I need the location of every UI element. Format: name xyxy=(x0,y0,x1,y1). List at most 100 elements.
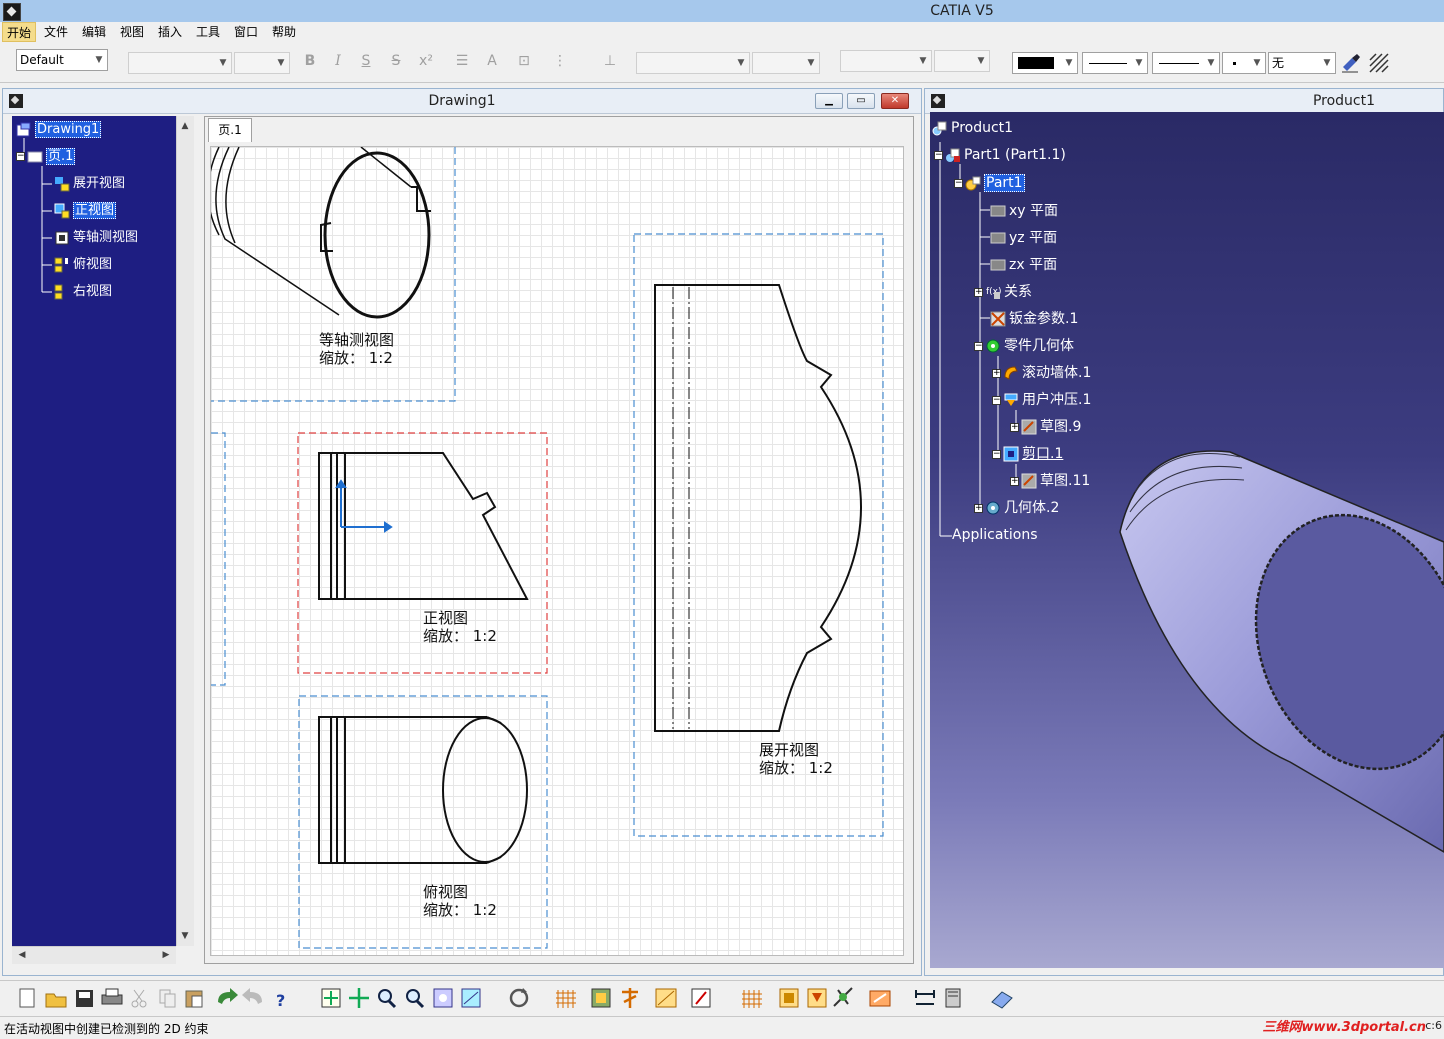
expand-icon[interactable]: + xyxy=(1010,422,1019,432)
text-frame-icon[interactable]: A xyxy=(482,51,502,71)
tree-node-part-instance[interactable]: − Part1 (Part1.1) xyxy=(934,144,1066,166)
style-combo-value: Default xyxy=(20,53,64,67)
iso-view-geometry xyxy=(211,147,431,319)
tree-node-geo-set[interactable]: + 几何体.2 xyxy=(974,497,1059,519)
status-bar: 在活动视图中创建已检测到的 2D 约束 xyxy=(0,1016,1444,1039)
strikethrough-icon[interactable]: S xyxy=(386,51,406,71)
tree-node-front-view[interactable]: 正视图 xyxy=(54,201,117,221)
scroll-up-icon[interactable]: ▲ xyxy=(177,118,193,134)
tree-node-drawing[interactable]: Drawing1 xyxy=(16,120,102,140)
framed-text-icon[interactable]: ⊡ xyxy=(514,51,534,71)
expand-icon[interactable]: + xyxy=(974,503,983,513)
italic-icon[interactable]: I xyxy=(328,51,348,71)
tree-label-cutout: 剪口.1 xyxy=(1022,446,1064,462)
tree-vertical-scrollbar[interactable]: ▲ ▼ xyxy=(176,116,194,946)
line-thickness-combo[interactable]: ▼ xyxy=(1082,52,1148,74)
drawing-window-title: Drawing1 xyxy=(428,93,496,109)
symbol-icon[interactable]: ⊥ xyxy=(600,51,620,71)
tree-node-unfold-view[interactable]: 展开视图 xyxy=(54,174,125,194)
menu-edit[interactable]: 编辑 xyxy=(78,22,110,42)
watermark-text: 三维网www.3dportal.cn xyxy=(1262,1020,1426,1035)
top-view-scale: 缩放： 1:2 xyxy=(423,901,497,919)
tree-label-view: 正视图 xyxy=(73,202,117,219)
tree-node-right-view[interactable]: 右视图 xyxy=(54,282,112,302)
tree-node-part[interactable]: − Part1 xyxy=(954,172,1025,194)
expand-icon[interactable]: + xyxy=(1010,476,1019,486)
color-combo[interactable]: ▼ xyxy=(1012,52,1078,74)
bold-icon[interactable]: B xyxy=(300,51,320,71)
tree-node-top-view[interactable]: 俯视图 xyxy=(54,255,112,275)
app-title: CATIA V5 xyxy=(930,3,994,19)
chevron-down-icon: ▼ xyxy=(977,56,985,66)
tree-node-page[interactable]: − 页.1 xyxy=(16,147,76,167)
tree-node-part-body[interactable]: − 零件几何体 xyxy=(974,335,1074,357)
whats-this-icon: ? xyxy=(276,991,285,1010)
menu-tools[interactable]: 工具 xyxy=(192,22,224,42)
menu-help[interactable]: 帮助 xyxy=(268,22,300,42)
menu-view[interactable]: 视图 xyxy=(116,22,148,42)
tree-node-xy-plane[interactable]: xy 平面 xyxy=(990,200,1058,222)
collapse-icon[interactable]: − xyxy=(992,395,1001,405)
tree-node-sketch9[interactable]: + 草图.9 xyxy=(1010,416,1081,438)
collapse-icon[interactable]: − xyxy=(16,152,25,161)
maximize-button[interactable]: ▭ xyxy=(847,93,875,109)
line-type-combo[interactable]: ▼ xyxy=(1152,52,1220,74)
tree-node-applications[interactable]: Applications xyxy=(952,524,1038,546)
tree-node-iso-view[interactable]: 等轴测视图 xyxy=(54,228,138,248)
anchor-point-icon[interactable]: ⋮ xyxy=(550,51,570,71)
menu-insert[interactable]: 插入 xyxy=(154,22,186,42)
font-family-combo[interactable]: ▼ xyxy=(128,52,232,74)
collapse-icon[interactable]: − xyxy=(974,341,983,351)
minimize-button[interactable]: ▁ xyxy=(815,93,843,109)
fill-pattern-combo[interactable]: 无 ▼ xyxy=(1268,52,1336,74)
chevron-down-icon: ▼ xyxy=(919,56,927,66)
tree-node-user-stamp[interactable]: − 用户冲压.1 xyxy=(992,389,1091,411)
tree-label-user-stamp: 用户冲压.1 xyxy=(1022,392,1092,408)
menu-start[interactable]: 开始 xyxy=(2,22,37,42)
point-type-combo[interactable]: ▼ xyxy=(1222,52,1266,74)
painter-icon[interactable] xyxy=(1340,52,1362,74)
collapse-icon[interactable]: − xyxy=(992,449,1001,459)
save-icon xyxy=(76,990,93,1007)
font-size-combo[interactable]: ▼ xyxy=(234,52,290,74)
numerical-display-combo[interactable]: ▼ xyxy=(840,50,932,72)
menu-file[interactable]: 文件 xyxy=(40,22,72,42)
dimension-tolerance-combo[interactable]: ▼ xyxy=(636,52,750,74)
tree-node-relations[interactable]: + f(x) 关系 xyxy=(974,281,1032,303)
expand-icon[interactable]: + xyxy=(974,287,983,297)
command-input-prefix[interactable]: c:6 xyxy=(1425,1019,1442,1032)
expand-icon[interactable]: + xyxy=(992,368,1001,378)
sheet-tab[interactable]: 页.1 xyxy=(208,118,252,142)
collapse-icon[interactable]: − xyxy=(934,150,943,160)
collapse-icon[interactable]: − xyxy=(954,178,963,188)
part-icon xyxy=(965,175,981,191)
tree-node-rolled-wall[interactable]: + 滚动墙体.1 xyxy=(992,362,1091,384)
tree-node-sketch11[interactable]: + 草图.11 xyxy=(1010,470,1090,492)
tree-node-zx-plane[interactable]: zx 平面 xyxy=(990,254,1057,276)
tolerance-combo[interactable]: ▼ xyxy=(752,52,820,74)
tree-node-cutout[interactable]: − 剪口.1 xyxy=(992,443,1063,465)
superscript-icon[interactable]: x² xyxy=(416,51,436,71)
precision-combo[interactable]: ▼ xyxy=(934,50,990,72)
tree-node-product[interactable]: Product1 xyxy=(932,117,1013,139)
style-combo[interactable]: Default ▼ xyxy=(16,49,108,71)
scroll-down-icon[interactable]: ▼ xyxy=(177,928,193,944)
scroll-right-icon[interactable]: ▶ xyxy=(158,947,174,963)
chevron-down-icon: ▼ xyxy=(737,58,745,68)
product-window-title: Product1 xyxy=(1312,93,1376,109)
menu-window[interactable]: 窗口 xyxy=(230,22,262,42)
underline-icon[interactable]: S xyxy=(356,51,376,71)
drawing-sheet[interactable]: 等轴测视图 缩放： 1:2 正视图 缩放： 1:2 俯视图 缩放： 1:2 展开… xyxy=(210,146,904,956)
tree-node-sheetmetal-params[interactable]: 钣金参数.1 xyxy=(990,308,1078,330)
chevron-down-icon: ▼ xyxy=(95,55,103,65)
tree-horizontal-scrollbar[interactable]: ◀ ▶ xyxy=(12,946,176,964)
close-button[interactable]: ✕ xyxy=(881,93,909,109)
tree-node-yz-plane[interactable]: yz 平面 xyxy=(990,227,1057,249)
unfold-view-name: 展开视图 xyxy=(759,741,820,759)
hatch-pattern-icon[interactable] xyxy=(1368,52,1390,74)
chevron-down-icon: ▼ xyxy=(219,58,227,68)
align-icon[interactable]: ☰ xyxy=(452,51,472,71)
scroll-left-icon[interactable]: ◀ xyxy=(14,947,30,963)
cut-icon xyxy=(131,989,147,1008)
3d-viewport[interactable]: Product1 − Part1 (Part1.1) − Part1 xy 平面 y… xyxy=(930,112,1444,968)
